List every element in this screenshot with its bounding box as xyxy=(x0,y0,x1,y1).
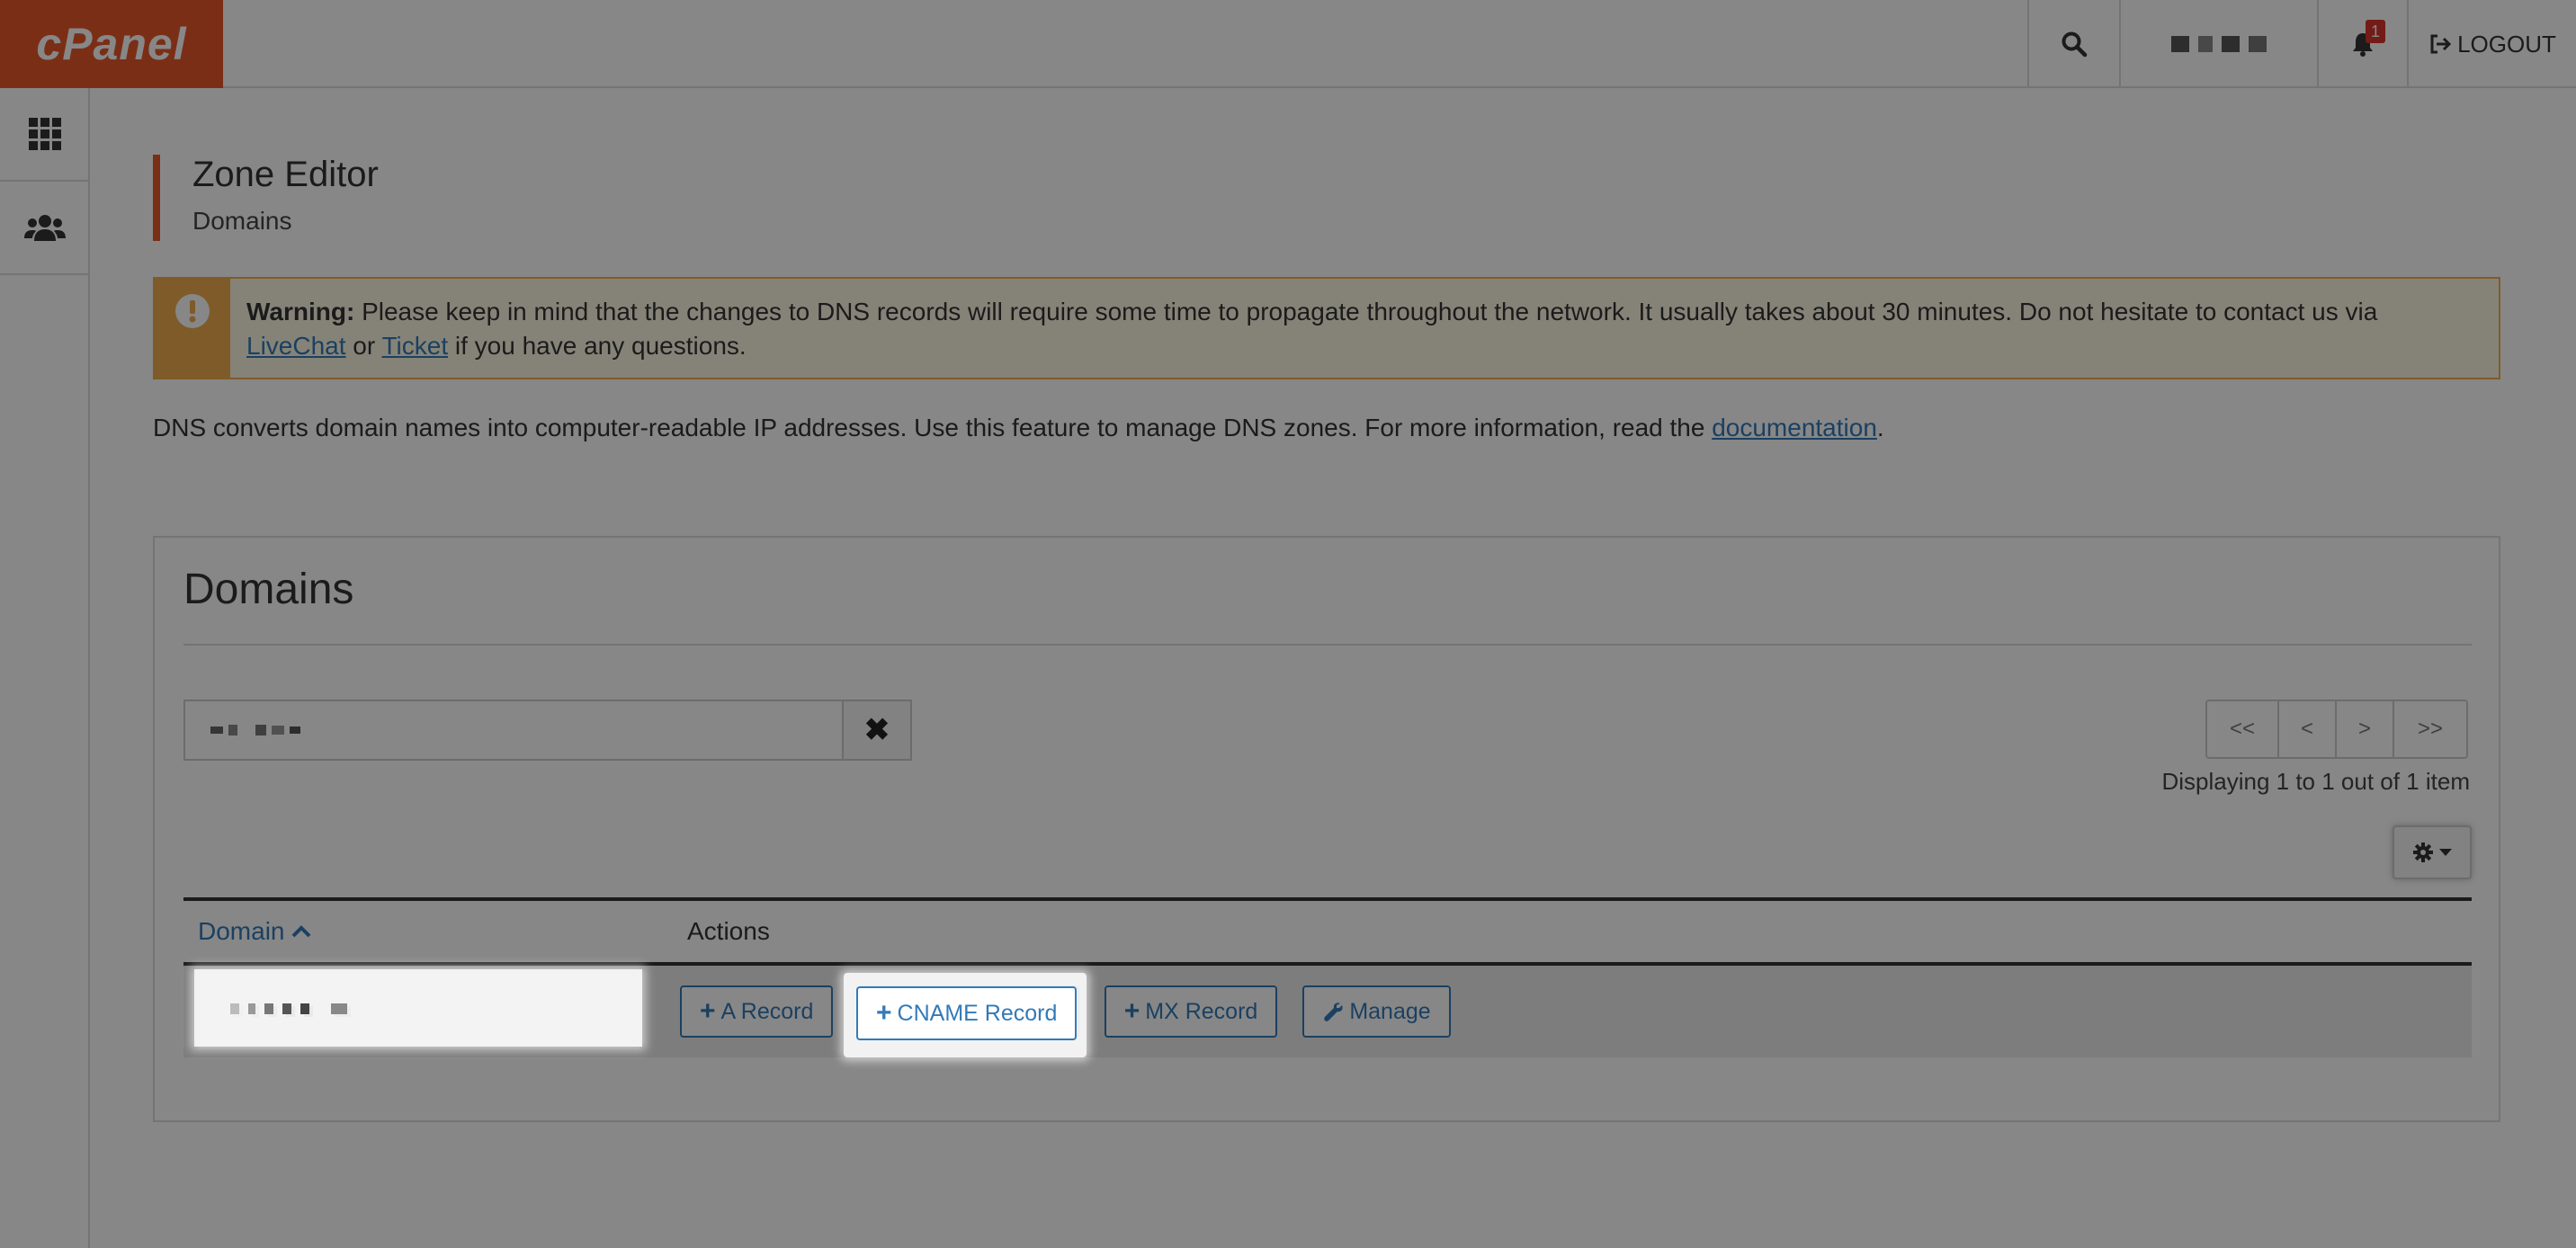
warning-text: Warning: Please keep in mind that the ch… xyxy=(230,279,2393,378)
intro-period: . xyxy=(1876,414,1884,441)
warning-tail: if you have any questions. xyxy=(454,332,747,360)
actions-column-label: Actions xyxy=(687,917,770,945)
cname-record-button-highlighted[interactable]: + CNAME Record xyxy=(856,986,1078,1040)
logout-icon xyxy=(2430,34,2452,54)
close-icon: ✖ xyxy=(863,713,890,747)
warning-callout: Warning: Please keep in mind that the ch… xyxy=(153,277,2500,379)
logout-label: LOGOUT xyxy=(2457,30,2556,58)
warning-message: Please keep in mind that the changes to … xyxy=(362,298,2378,325)
last-page-button[interactable]: >> xyxy=(2394,701,2466,757)
add-a-record-button[interactable]: + A Record xyxy=(680,985,834,1038)
users-icon xyxy=(24,215,66,241)
highlight-cname-button: + CNAME Record xyxy=(844,973,1087,1057)
plus-icon: + xyxy=(700,996,716,1026)
mx-record-label: MX Record xyxy=(1145,998,1258,1024)
search-button[interactable] xyxy=(2027,0,2119,88)
warning-or: or xyxy=(353,332,376,360)
table-header: Domain Actions xyxy=(183,901,2472,966)
first-page-button[interactable]: << xyxy=(2207,701,2279,757)
plus-icon: + xyxy=(1123,996,1140,1026)
page-header: Zone Editor Domains xyxy=(153,155,379,241)
page-subtitle: Domains xyxy=(192,207,292,235)
a-record-label: A Record xyxy=(720,998,814,1024)
user-menu[interactable] xyxy=(2119,0,2317,88)
prev-page-button[interactable]: < xyxy=(2279,701,2337,757)
cname-record-highlight-label: CNAME Record xyxy=(897,1000,1058,1026)
domain-column-label: Domain xyxy=(198,917,285,945)
grid-icon xyxy=(29,118,61,150)
sidebar-item-home[interactable] xyxy=(0,88,90,182)
logo-text: cPanel xyxy=(36,19,187,69)
pagination: << < > >> xyxy=(2205,700,2468,759)
manage-label: Manage xyxy=(1349,998,1431,1024)
highlight-domain-cell xyxy=(194,969,642,1047)
next-page-button[interactable]: > xyxy=(2337,701,2394,757)
notification-badge: 1 xyxy=(2366,20,2385,43)
panel-title: Domains xyxy=(183,566,354,613)
intro-body: DNS converts domain names into computer-… xyxy=(153,414,1705,441)
chevron-up-icon xyxy=(292,925,311,938)
wrench-icon xyxy=(1324,1003,1343,1021)
manage-button[interactable]: Manage xyxy=(1302,985,1451,1038)
domain-search: ✖ xyxy=(183,700,912,761)
documentation-link[interactable]: documentation xyxy=(1712,414,1877,441)
livechat-link[interactable]: LiveChat xyxy=(246,332,346,360)
add-mx-record-button[interactable]: + MX Record xyxy=(1104,985,1278,1038)
notifications-button[interactable]: 1 xyxy=(2317,0,2407,88)
sidebar xyxy=(0,88,90,1248)
page-title: Zone Editor xyxy=(192,155,379,194)
warning-icon-column xyxy=(155,279,230,378)
cpanel-logo[interactable]: cPanel xyxy=(0,0,223,88)
divider xyxy=(183,644,2472,646)
warning-label: Warning: xyxy=(246,298,355,325)
username-redacted xyxy=(2171,36,2267,52)
intro-text: DNS converts domain names into computer-… xyxy=(153,414,1884,442)
logout-button[interactable]: LOGOUT xyxy=(2407,0,2576,88)
caret-down-icon xyxy=(2439,849,2452,856)
displaying-count: Displaying 1 to 1 out of 1 item xyxy=(2161,768,2470,795)
exclamation-icon xyxy=(175,294,210,328)
search-icon xyxy=(2062,31,2088,58)
ticket-link[interactable]: Ticket xyxy=(381,332,448,360)
gear-icon xyxy=(2413,842,2433,862)
plus-icon: + xyxy=(876,998,892,1028)
search-input[interactable] xyxy=(183,700,842,761)
sidebar-item-users[interactable] xyxy=(0,182,90,275)
sort-by-domain[interactable]: Domain xyxy=(183,917,687,946)
settings-dropdown-button[interactable] xyxy=(2393,825,2472,879)
top-bar: cPanel 1 LOGOUT xyxy=(0,0,2576,88)
clear-search-button[interactable]: ✖ xyxy=(842,700,912,761)
